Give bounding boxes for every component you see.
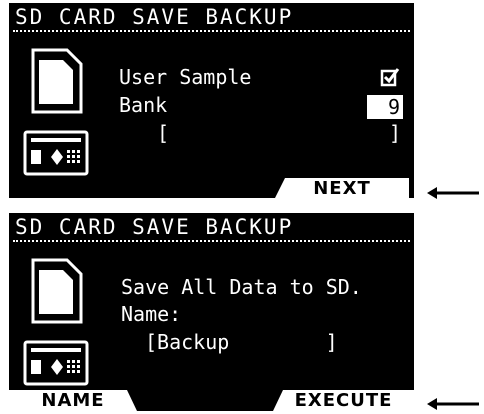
name-label: Name: — [121, 302, 182, 326]
bank-value[interactable]: 9 — [367, 95, 403, 119]
user-sample-label: User Sample — [119, 65, 252, 89]
bracket-close: ] — [389, 121, 402, 145]
name-field: [Backup ] — [145, 330, 338, 354]
name-button[interactable]: NAME — [9, 390, 137, 411]
sd-card-icon — [23, 48, 89, 176]
screen-title: SD CARD SAVE BACKUP — [15, 215, 294, 239]
backup-screen-step2: SD CARD SAVE BACKUP Save All Data to SD.… — [9, 213, 414, 411]
title-divider — [13, 30, 410, 32]
sd-card-icon — [23, 258, 89, 386]
arrow-left-icon — [427, 187, 479, 199]
bracket-open: [ — [157, 121, 170, 145]
backup-screen-step1: SD CARD SAVE BACKUP User Sample Bank 9 [… — [9, 3, 414, 198]
user-sample-checkbox[interactable] — [380, 67, 400, 87]
next-button[interactable]: NEXT — [275, 178, 409, 198]
title-divider — [13, 240, 410, 242]
bank-label: Bank — [119, 93, 168, 117]
save-message: Save All Data to SD. — [121, 275, 362, 299]
screen-title: SD CARD SAVE BACKUP — [15, 5, 294, 29]
execute-button[interactable]: EXECUTE — [273, 390, 414, 411]
arrow-left-icon — [427, 398, 479, 410]
